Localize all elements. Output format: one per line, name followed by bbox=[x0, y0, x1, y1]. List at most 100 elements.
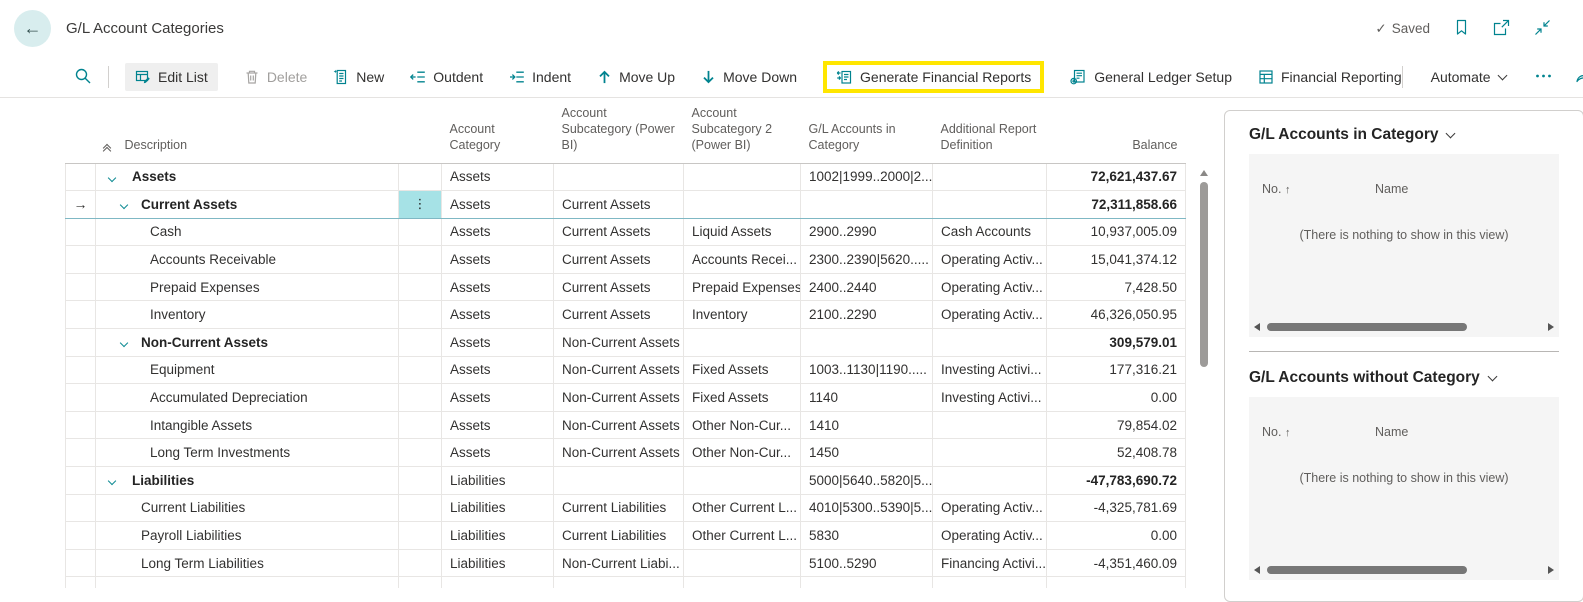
cell-account-subcategory-2[interactable]: Fixed Assets bbox=[684, 384, 801, 412]
cell-balance[interactable]: 79,854.02 bbox=[1047, 411, 1186, 439]
cell-account-subcategory-2[interactable]: Inventory bbox=[684, 301, 801, 329]
cell-account-subcategory-2[interactable]: Other Current L... bbox=[684, 494, 801, 522]
cell-account-category[interactable]: Assets bbox=[442, 301, 554, 329]
cell-additional-report-definition[interactable] bbox=[933, 329, 1047, 357]
horizontal-scrollbar-thumb[interactable] bbox=[1267, 566, 1467, 574]
cell-account-subcategory-2[interactable] bbox=[684, 577, 801, 588]
cell-account-subcategory-2[interactable] bbox=[684, 467, 801, 495]
row-indicator-cell[interactable] bbox=[66, 301, 96, 329]
cell-account-category[interactable]: Liabilities bbox=[442, 522, 554, 550]
cell-account-subcategory[interactable] bbox=[554, 163, 684, 191]
cell-account-category[interactable]: Assets bbox=[442, 439, 554, 467]
cell-account-subcategory[interactable]: Non-Current Assets bbox=[554, 439, 684, 467]
cell-account-category[interactable]: Liabilities bbox=[442, 494, 554, 522]
cell-description[interactable]: Cash bbox=[96, 218, 399, 246]
cell-account-category[interactable]: Assets bbox=[442, 356, 554, 384]
cell-gl-accounts-in-category[interactable]: 2100..2290 bbox=[801, 301, 933, 329]
cell-gl-accounts-in-category[interactable]: 4010|5300..5390|5... bbox=[801, 494, 933, 522]
row-indicator-cell[interactable] bbox=[66, 411, 96, 439]
table-row[interactable]: EquipmentAssetsNon-Current AssetsFixed A… bbox=[66, 356, 1186, 384]
row-indicator-cell[interactable] bbox=[66, 384, 96, 412]
cell-account-subcategory-2[interactable] bbox=[684, 163, 801, 191]
cell-balance[interactable]: 0.00 bbox=[1047, 522, 1186, 550]
cell-account-category[interactable] bbox=[442, 577, 554, 588]
cell-account-subcategory[interactable]: Non-Current Liabi... bbox=[554, 549, 684, 577]
horizontal-scrollbar[interactable] bbox=[1254, 322, 1554, 332]
table-row[interactable]: →Current Assets⋮AssetsCurrent Assets72,3… bbox=[66, 191, 1186, 219]
cell-account-subcategory[interactable]: Current Assets bbox=[554, 218, 684, 246]
row-indicator-cell[interactable]: → bbox=[66, 191, 96, 219]
cell-gl-accounts-in-category[interactable]: 2400..2440 bbox=[801, 273, 933, 301]
cell-account-subcategory-2[interactable] bbox=[684, 329, 801, 357]
cell-balance[interactable]: -4,351,460.09 bbox=[1047, 549, 1186, 577]
cell-account-subcategory-2[interactable]: Other Non-Cur... bbox=[684, 411, 801, 439]
cell-balance[interactable] bbox=[1047, 577, 1186, 588]
cell-additional-report-definition[interactable]: Cash Accounts bbox=[933, 218, 1047, 246]
cell-description[interactable]: Inventory bbox=[96, 301, 399, 329]
cell-gl-accounts-in-category[interactable]: 5000|5640..5820|5... bbox=[801, 467, 933, 495]
column-header-no[interactable]: No. ↑ bbox=[1262, 425, 1290, 439]
cell-balance[interactable]: 7,428.50 bbox=[1047, 273, 1186, 301]
cell-balance[interactable]: 15,041,374.12 bbox=[1047, 246, 1186, 274]
side-panel-heading[interactable]: G/L Accounts without Category bbox=[1249, 369, 1559, 387]
row-actions-button[interactable]: ⋮ bbox=[399, 191, 441, 218]
cell-description[interactable]: Non-Current Assets bbox=[96, 329, 399, 357]
cell-account-category[interactable]: Assets bbox=[442, 246, 554, 274]
row-indicator-cell[interactable] bbox=[66, 329, 96, 357]
cell-description[interactable]: Payroll Liabilities bbox=[96, 522, 399, 550]
indent-button[interactable]: Indent bbox=[509, 69, 571, 85]
cell-account-category[interactable]: Assets bbox=[442, 273, 554, 301]
cell-account-subcategory-2[interactable]: Liquid Assets bbox=[684, 218, 801, 246]
table-row[interactable]: Long Term Liabilities LiabilitiesNon-Curr… bbox=[66, 549, 1186, 577]
side-panel-heading[interactable]: G/L Accounts in Category bbox=[1249, 126, 1559, 144]
row-indicator-cell[interactable] bbox=[66, 522, 96, 550]
collapse-all-icon[interactable] bbox=[104, 145, 110, 154]
horizontal-scrollbar[interactable] bbox=[1254, 565, 1554, 575]
cell-balance[interactable]: 0.00 bbox=[1047, 384, 1186, 412]
cell-description[interactable]: Current Liabilities bbox=[96, 494, 399, 522]
cell-account-category[interactable]: Assets bbox=[442, 384, 554, 412]
cell-additional-report-definition[interactable] bbox=[933, 577, 1047, 588]
cell-account-category[interactable]: Liabilities bbox=[442, 549, 554, 577]
cell-account-subcategory[interactable]: Current Liabilities bbox=[554, 522, 684, 550]
move-up-button[interactable]: Move Up bbox=[597, 69, 675, 85]
cell-account-category[interactable]: Assets bbox=[442, 411, 554, 439]
column-header-name[interactable]: Name bbox=[1375, 425, 1408, 439]
generate-financial-reports-button[interactable]: Generate Financial Reports bbox=[823, 61, 1044, 93]
cell-description[interactable]: Long Term Liabilities bbox=[96, 549, 399, 577]
table-row[interactable] bbox=[66, 577, 1186, 588]
cell-balance[interactable]: 46,326,050.95 bbox=[1047, 301, 1186, 329]
cell-additional-report-definition[interactable] bbox=[933, 191, 1047, 219]
table-row[interactable]: CashAssetsCurrent AssetsLiquid Assets290… bbox=[66, 218, 1186, 246]
bookmark-button[interactable] bbox=[1454, 19, 1469, 39]
cell-description[interactable]: Accumulated Depreciation bbox=[96, 384, 399, 412]
table-row[interactable]: Accounts ReceivableAssetsCurrent AssetsA… bbox=[66, 246, 1186, 274]
cell-description[interactable]: Assets bbox=[96, 163, 399, 191]
table-row[interactable]: LiabilitiesLiabilities5000|5640..5820|5.… bbox=[66, 467, 1186, 495]
cell-additional-report-definition[interactable]: Investing Activi... bbox=[933, 384, 1047, 412]
column-header-account-subcategory[interactable]: Account Subcategory (Power BI) bbox=[554, 97, 684, 163]
cell-balance[interactable]: 52,408.78 bbox=[1047, 439, 1186, 467]
open-in-new-window-button[interactable] bbox=[1493, 19, 1510, 39]
cell-additional-report-definition[interactable]: Investing Activi... bbox=[933, 356, 1047, 384]
cell-balance[interactable]: 72,621,437.67 bbox=[1047, 163, 1186, 191]
delete-button[interactable]: Delete bbox=[244, 69, 307, 85]
table-row[interactable]: InventoryAssetsCurrent AssetsInventory21… bbox=[66, 301, 1186, 329]
cell-account-subcategory-2[interactable]: Prepaid Expenses bbox=[684, 273, 801, 301]
cell-account-category[interactable]: Assets bbox=[442, 191, 554, 219]
cell-description[interactable]: Equipment bbox=[96, 356, 399, 384]
table-row[interactable]: Current LiabilitiesLiabilitiesCurrent Li… bbox=[66, 494, 1186, 522]
row-indicator-cell[interactable] bbox=[66, 163, 96, 191]
cell-description[interactable]: Prepaid Expenses bbox=[96, 273, 399, 301]
cell-account-subcategory[interactable] bbox=[554, 467, 684, 495]
cell-gl-accounts-in-category[interactable]: 2300..2390|5620..... bbox=[801, 246, 933, 274]
cell-additional-report-definition[interactable] bbox=[933, 439, 1047, 467]
cell-account-subcategory-2[interactable]: Other Current L... bbox=[684, 522, 801, 550]
scroll-left-arrow-icon[interactable] bbox=[1254, 566, 1260, 574]
row-indicator-cell[interactable] bbox=[66, 494, 96, 522]
search-button[interactable] bbox=[74, 67, 92, 88]
table-row[interactable]: Prepaid ExpensesAssetsCurrent AssetsPrep… bbox=[66, 273, 1186, 301]
automate-menu-button[interactable]: Automate bbox=[1425, 68, 1512, 86]
row-indicator-cell[interactable] bbox=[66, 273, 96, 301]
row-indicator-cell[interactable] bbox=[66, 549, 96, 577]
